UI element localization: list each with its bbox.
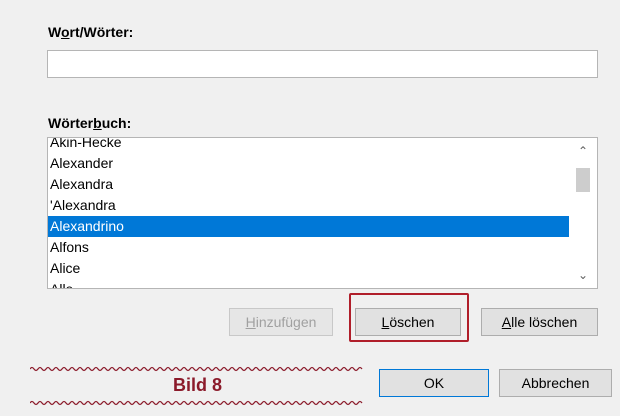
list-item[interactable]: Alexandrino bbox=[48, 216, 570, 237]
list-item[interactable]: Akin-Hecke bbox=[48, 138, 570, 153]
wavy-line-top bbox=[30, 366, 363, 372]
dictionary-list-items: Akin-Hecke Alexander Alexandra 'Alexandra Al… bbox=[48, 138, 570, 288]
dictionary-scrollbar[interactable]: ⌃ ⌄ bbox=[569, 138, 597, 288]
cancel-button[interactable]: Abbrechen bbox=[499, 369, 612, 397]
word-field-label: Wort/Wörter: bbox=[48, 24, 134, 40]
list-item[interactable]: Alfons bbox=[48, 237, 570, 258]
delete-all-button[interactable]: Alle löschen bbox=[481, 308, 598, 336]
caption-text: Bild 8 bbox=[172, 375, 222, 395]
chevron-down-icon[interactable]: ⌄ bbox=[569, 266, 597, 284]
scrollbar-thumb[interactable] bbox=[576, 168, 590, 192]
add-button[interactable]: Hinzufügen bbox=[229, 308, 333, 336]
figure-caption: Bild 8 bbox=[30, 366, 365, 406]
list-item[interactable]: 'Alexandra bbox=[48, 195, 570, 216]
list-item[interactable]: Alexander bbox=[48, 153, 570, 174]
list-item[interactable]: Alexandra bbox=[48, 174, 570, 195]
custom-dictionary-dialog: Wort/Wörter: Wörterbuch: Akin-Hecke Alexa… bbox=[0, 0, 620, 416]
chevron-up-icon[interactable]: ⌃ bbox=[569, 142, 597, 160]
list-item[interactable]: Alle bbox=[48, 279, 570, 288]
list-item[interactable]: Alice bbox=[48, 258, 570, 279]
ok-button[interactable]: OK bbox=[379, 369, 489, 397]
wavy-line-bottom bbox=[30, 400, 363, 406]
word-input[interactable] bbox=[47, 50, 598, 78]
dictionary-label: Wörterbuch: bbox=[48, 115, 132, 131]
dictionary-list[interactable]: Akin-Hecke Alexander Alexandra 'Alexandra Al… bbox=[47, 137, 598, 289]
delete-button-highlight bbox=[349, 293, 469, 342]
